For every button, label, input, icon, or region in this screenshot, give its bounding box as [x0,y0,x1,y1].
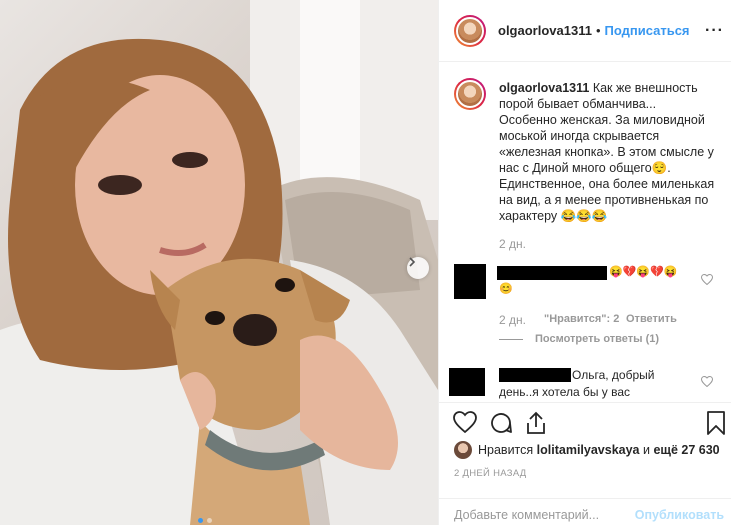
likes-summary: Нравится lolitamilyavskaya и ещё 27 630 [454,441,720,459]
share-icon[interactable] [525,411,547,435]
action-bar [439,402,731,442]
carousel-dot [207,518,212,523]
author-avatar[interactable] [454,14,486,47]
caption-line: моськой иногда скрывается [499,129,660,143]
comment-text: Ольга, добрый [572,368,655,382]
redacted-avatar [454,264,486,299]
comments-section[interactable]: olgaorlova1311 Как же внешность порой бы… [439,62,731,402]
post-side-panel: olgaorlova1311 • Подписаться ··· olgaorl… [438,0,731,525]
likes-count[interactable]: ещё 27 630 [653,443,719,457]
comment-time: 2 дн. [499,313,526,327]
likes-prefix: Нравится [478,443,534,457]
carousel-dot [198,518,203,523]
bookmark-icon[interactable] [707,411,725,435]
next-arrow-icon [409,257,416,267]
carousel-dots [198,518,212,523]
caption-line: Единственное, она более миленькая [499,177,715,191]
replies-line [499,338,523,340]
comment-like-icon[interactable] [701,376,713,387]
redacted-avatar [449,368,485,396]
publish-button[interactable]: Опубликовать [635,508,724,522]
caption-line: характеру 😂😂😂 [499,209,608,223]
photo-illustration [0,0,438,525]
comment-icon[interactable] [489,411,513,435]
caption-line: «железная кнопка». В этом смысле у [499,145,714,159]
likes-and: и [643,443,650,457]
caption-line: на вид, а я менее противненькая по [499,193,709,207]
author-username[interactable]: olgaorlova1311 [498,23,592,38]
comment-item: 😝💔😝💔😝 😊 2 дн. "Нравится": 2 Ответить [454,262,724,342]
comment-input[interactable]: Добавьте комментарий... [454,508,599,522]
reply-button[interactable]: Ответить [626,313,677,325]
caption-line: порой бывает обманчива... [499,97,657,111]
view-replies-label[interactable]: Посмотреть ответы (1) [535,333,659,345]
follow-button[interactable]: Подписаться [605,23,690,38]
redacted-username [499,368,571,382]
caption-avatar[interactable] [454,78,486,110]
comment-likes[interactable]: "Нравится": 2 [544,313,619,325]
instagram-post: olgaorlova1311 • Подписаться ··· olgaorl… [0,0,731,525]
caption-line: нас с Диной много общего😌. [499,161,671,175]
post-header: olgaorlova1311 • Подписаться ··· [439,0,731,62]
comment-like-icon[interactable] [701,274,713,285]
caption-text: olgaorlova1311 Как же внешность порой бы… [499,80,729,252]
view-replies[interactable]: Посмотреть ответы (1) [499,333,659,345]
caption-username[interactable]: olgaorlova1311 [499,81,589,95]
caption-line: Особенно женская. За миловидной [499,113,705,127]
comment-text: день..я хотела бы у вас [499,385,631,399]
caption-line: Как же внешность [592,81,698,95]
next-photo-button[interactable] [407,257,429,279]
liker-username[interactable]: lolitamilyavskaya [537,443,640,457]
redacted-comment-text [497,266,607,280]
more-icon[interactable]: ··· [705,22,724,40]
comment-emoji: 😝💔😝💔😝 [609,266,678,278]
post-photo[interactable] [0,0,438,525]
comment-item: Ольга, добрый день..я хотела бы у вас [449,366,724,402]
liker-avatar[interactable] [454,441,472,459]
caption-time: 2 дн. [499,237,526,251]
post-timestamp[interactable]: 2 ДНЕЙ НАЗАД [454,468,527,479]
add-comment-bar: Добавьте комментарий... Опубликовать [439,498,731,525]
comment-emoji: 😊 [499,283,513,295]
header-separator: • [595,23,601,38]
heart-icon[interactable] [453,411,477,433]
